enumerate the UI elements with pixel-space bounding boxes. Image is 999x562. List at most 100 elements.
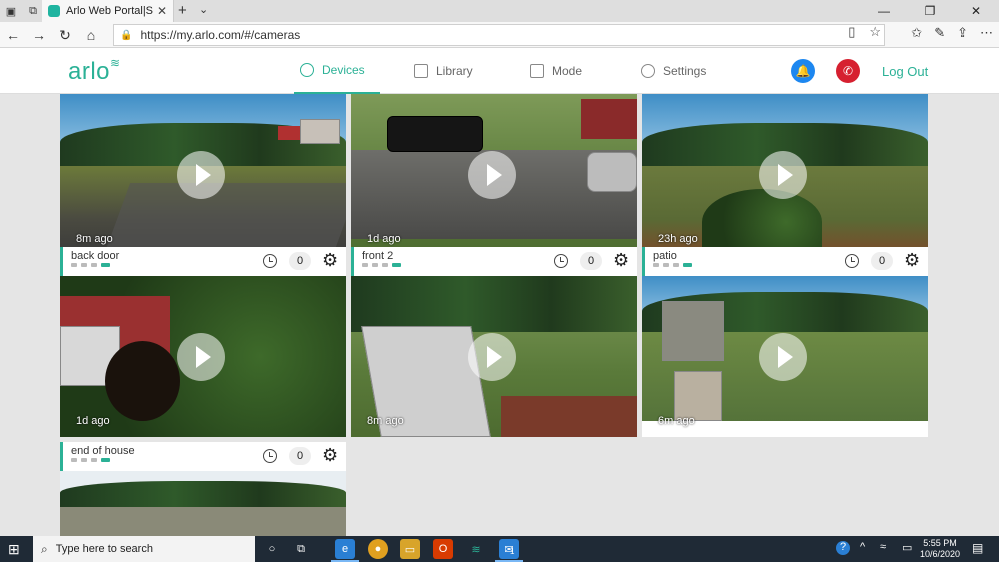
play-button[interactable] bbox=[177, 151, 225, 199]
arlo-favicon-icon bbox=[48, 5, 60, 17]
camera-thumbnail[interactable]: 8m ago bbox=[60, 94, 346, 255]
refresh-icon[interactable]: ↻ bbox=[54, 25, 76, 45]
taskbar-clock[interactable]: 5:55 PM 10/6/2020 bbox=[920, 538, 960, 560]
action-center-icon[interactable]: ▤ bbox=[972, 541, 983, 555]
motion-icon bbox=[71, 458, 77, 462]
camera-thumbnail[interactable]: 8m ago bbox=[351, 276, 637, 437]
camera-card-header: back door 0 ⚙ bbox=[60, 247, 346, 276]
show-hidden-icons-chevron-icon[interactable]: ^ bbox=[860, 541, 865, 553]
wifi-icon bbox=[91, 458, 97, 462]
new-tab-icon[interactable]: + bbox=[178, 2, 187, 19]
restore-icon[interactable]: ❐ bbox=[907, 0, 953, 22]
chevron-down-icon[interactable]: ⌄ bbox=[199, 3, 208, 16]
history-icon[interactable] bbox=[263, 449, 277, 463]
favorite-star-icon[interactable]: ☆ bbox=[869, 24, 881, 40]
camera-card-header: end of house 0 ⚙ bbox=[60, 442, 346, 471]
motion-icon bbox=[71, 263, 77, 267]
mail-icon[interactable]: ✉ bbox=[495, 539, 523, 562]
camera-card-header: patio 0 ⚙ bbox=[642, 247, 928, 276]
logout-link[interactable]: Log Out bbox=[882, 64, 928, 79]
url-actions: ▯ ☆ bbox=[848, 24, 881, 40]
file-explorer-icon[interactable]: ▭ bbox=[400, 539, 420, 559]
battery-icon bbox=[683, 263, 692, 267]
emergency-call-icon[interactable]: ✆ bbox=[836, 59, 860, 83]
nav-settings-label: Settings bbox=[663, 64, 707, 78]
windows-taskbar: ⊞ ⌕ Type here to search ○ ⧉ e ● ▭ O ≋ ✉ … bbox=[0, 536, 999, 562]
last-activity: 8m ago bbox=[76, 233, 113, 245]
camera-settings-gear-icon[interactable]: ⚙ bbox=[613, 251, 629, 269]
history-icon[interactable] bbox=[845, 254, 859, 268]
recording-count[interactable]: 0 bbox=[580, 252, 602, 270]
wifi-tray-icon[interactable]: ≈ bbox=[880, 541, 886, 553]
help-icon[interactable]: ? bbox=[836, 541, 850, 555]
last-activity: 23h ago bbox=[658, 233, 698, 245]
pen-icon[interactable]: ✎ bbox=[934, 25, 945, 41]
cortana-icon[interactable]: ○ bbox=[262, 539, 282, 559]
camera-thumbnail[interactable]: 1d ago bbox=[351, 94, 637, 255]
nav-mode-label: Mode bbox=[552, 64, 583, 78]
camera-card: 1d ago bbox=[351, 94, 637, 255]
nav-devices[interactable]: Devices bbox=[294, 48, 380, 94]
play-button[interactable] bbox=[759, 151, 807, 199]
library-grid-icon bbox=[414, 64, 428, 78]
nav-library[interactable]: Library bbox=[414, 48, 473, 94]
minimize-icon[interactable]: — bbox=[861, 0, 907, 22]
windows-start-icon[interactable]: ⊞ bbox=[8, 541, 20, 558]
task-view-icon[interactable]: ⧉ bbox=[291, 539, 311, 559]
window-controls: — ❐ ✕ bbox=[861, 0, 999, 22]
favorites-icon[interactable]: ✩ bbox=[911, 25, 922, 41]
forward-icon[interactable]: → bbox=[28, 25, 50, 45]
camera-name: front 2 bbox=[362, 250, 394, 262]
camera-settings-gear-icon[interactable]: ⚙ bbox=[904, 251, 920, 269]
audio-icon bbox=[81, 458, 87, 462]
volume-tray-icon[interactable]: ▭ bbox=[902, 541, 912, 554]
back-icon[interactable]: ← bbox=[2, 25, 24, 45]
play-button[interactable] bbox=[468, 151, 516, 199]
play-button[interactable] bbox=[177, 333, 225, 381]
url-field[interactable]: 🔒 https://my.arlo.com/#/cameras bbox=[113, 24, 885, 46]
nav-devices-label: Devices bbox=[322, 63, 365, 77]
office-icon[interactable]: O bbox=[433, 539, 453, 559]
edge-icon[interactable]: e bbox=[331, 539, 359, 562]
nav-settings[interactable]: Settings bbox=[641, 48, 706, 94]
camera-thumbnail[interactable] bbox=[60, 471, 346, 536]
mail-badge: 1 bbox=[510, 547, 515, 556]
play-button[interactable] bbox=[759, 333, 807, 381]
chrome-icon[interactable]: ● bbox=[368, 539, 388, 559]
taskbar-search-input[interactable]: ⌕ Type here to search bbox=[33, 536, 255, 562]
camera-card: 8m ago bbox=[60, 94, 346, 255]
recording-count[interactable]: 0 bbox=[289, 447, 311, 465]
recording-count[interactable]: 0 bbox=[871, 252, 893, 270]
play-button[interactable] bbox=[468, 333, 516, 381]
battery-icon bbox=[392, 263, 401, 267]
set-aside-tabs-icon[interactable]: ⧉ bbox=[22, 0, 44, 22]
wifi-icon bbox=[91, 263, 97, 267]
close-tab-icon[interactable]: ✕ bbox=[157, 4, 167, 18]
share-icon[interactable]: ⇪ bbox=[957, 25, 968, 41]
notification-bell-icon[interactable]: 🔔 bbox=[791, 59, 815, 83]
browser-tab-bar: ▣ ⧉ Arlo Web Portal|Smart H ✕ + ⌄ — ❐ ✕ bbox=[0, 0, 999, 22]
camera-name: back door bbox=[71, 250, 120, 262]
close-window-icon[interactable]: ✕ bbox=[953, 0, 999, 22]
history-icon[interactable] bbox=[554, 254, 568, 268]
more-icon[interactable]: ⋯ bbox=[980, 25, 993, 41]
camera-settings-gear-icon[interactable]: ⚙ bbox=[322, 446, 338, 464]
audio-icon bbox=[81, 263, 87, 267]
recording-count[interactable]: 0 bbox=[289, 252, 311, 270]
camera-settings-gear-icon[interactable]: ⚙ bbox=[322, 251, 338, 269]
lock-icon: 🔒 bbox=[120, 29, 133, 41]
address-bar: ← → ↻ ⌂ 🔒 https://my.arlo.com/#/cameras … bbox=[0, 22, 999, 48]
arlo-app-icon[interactable]: ≋ bbox=[466, 539, 486, 559]
home-icon[interactable]: ⌂ bbox=[80, 25, 102, 45]
camera-name: patio bbox=[653, 250, 677, 262]
reading-view-icon[interactable]: ▯ bbox=[848, 24, 855, 40]
arlo-logo[interactable]: arlo bbox=[68, 58, 110, 86]
browser-tab[interactable]: Arlo Web Portal|Smart H ✕ bbox=[42, 0, 174, 22]
nav-mode[interactable]: Mode bbox=[530, 48, 582, 94]
camera-thumbnail[interactable]: 23h ago bbox=[642, 94, 928, 255]
camera-thumbnail[interactable]: 1d ago bbox=[60, 276, 346, 437]
camera-name: end of house bbox=[71, 445, 135, 457]
tab-actions-icon[interactable]: ▣ bbox=[0, 0, 22, 22]
camera-thumbnail[interactable]: 6m ago bbox=[642, 276, 928, 437]
history-icon[interactable] bbox=[263, 254, 277, 268]
